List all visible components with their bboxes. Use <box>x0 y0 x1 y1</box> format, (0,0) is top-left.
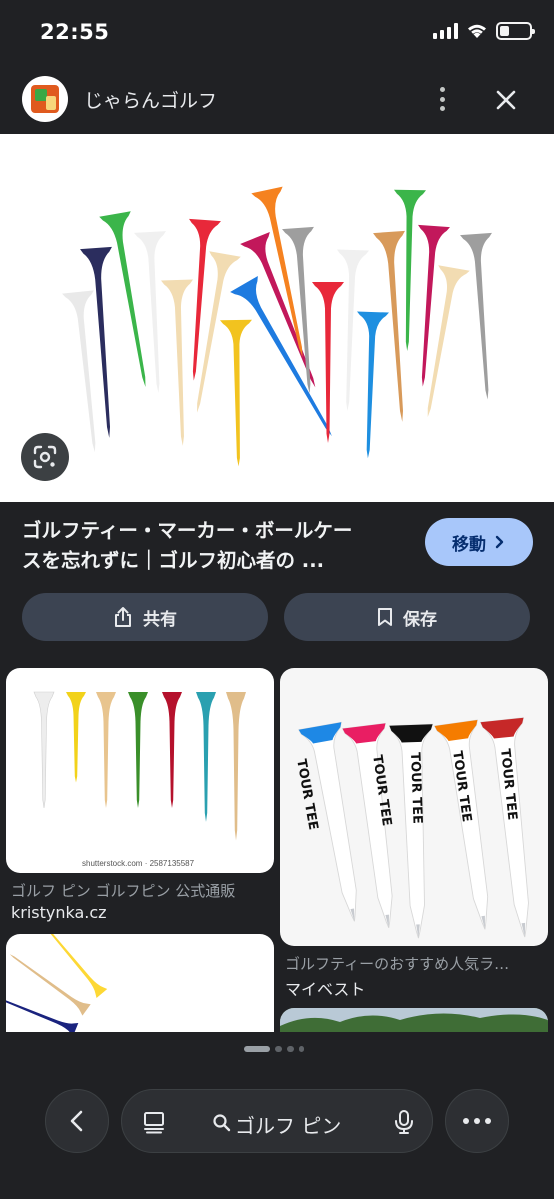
more-vert-icon[interactable] <box>428 84 456 114</box>
status-bar: 22:55 <box>0 0 554 66</box>
result-title-line1: ゴルフティー・マーカー・ボールケー <box>22 519 353 542</box>
save-button[interactable]: 保存 <box>284 593 530 641</box>
related-caption-2[interactable]: ゴルフティーのおすすめ人気ラ… <box>285 953 547 974</box>
search-bar[interactable]: ゴルフ ピン <box>121 1089 433 1153</box>
search-icon <box>213 1114 231 1132</box>
share-label: 共有 <box>143 609 177 630</box>
main-result-image[interactable] <box>0 134 554 502</box>
close-icon[interactable] <box>490 84 522 116</box>
lens-icon <box>33 445 57 469</box>
tabs-icon[interactable] <box>142 1110 166 1134</box>
site-logo[interactable] <box>22 76 68 122</box>
lens-search-button[interactable] <box>21 433 69 481</box>
chevron-left-icon <box>70 1110 83 1132</box>
brand-label-3: TOUR TEE <box>407 752 425 825</box>
visit-label: 移動 <box>452 534 486 555</box>
battery-icon <box>496 22 535 40</box>
page-indicator <box>244 1046 304 1052</box>
related-image-2[interactable]: TOUR TEE TOUR TEE TOUR TEE TOUR TEE TOUR… <box>280 668 548 946</box>
share-button[interactable]: 共有 <box>22 593 268 641</box>
related-source-1[interactable]: kristynka.cz <box>11 903 107 922</box>
wifi-icon <box>468 24 486 38</box>
search-query[interactable]: ゴルフ ピン <box>235 1110 341 1139</box>
more-horiz-icon <box>463 1118 491 1124</box>
share-icon <box>115 607 131 627</box>
source-header: じゃらんゴルフ <box>0 66 554 134</box>
related-source-2[interactable]: マイベスト <box>285 976 365 1000</box>
status-time: 22:55 <box>40 20 110 44</box>
site-name[interactable]: じゃらんゴルフ <box>84 86 217 113</box>
more-options-button[interactable] <box>445 1089 509 1153</box>
cellular-signal-icon <box>433 23 458 39</box>
visit-button[interactable]: 移動 <box>425 518 533 566</box>
result-title-line2: スを忘れずに｜ゴルフ初心者の ... <box>22 549 325 572</box>
related-image-1[interactable]: shutterstock.com · 2587135587 <box>6 668 274 873</box>
bookmark-icon <box>378 608 392 626</box>
chevron-right-icon <box>495 535 504 549</box>
result-title[interactable]: ゴルフティー・マーカー・ボールケー スを忘れずに｜ゴルフ初心者の ... <box>22 516 412 576</box>
mic-icon[interactable] <box>393 1109 415 1135</box>
related-caption-1[interactable]: ゴルフ ピン ゴルフピン 公式通販 <box>11 880 273 901</box>
image-watermark: shutterstock.com · 2587135587 <box>82 859 195 868</box>
status-icons <box>433 22 535 40</box>
save-label: 保存 <box>403 609 437 630</box>
back-button[interactable] <box>45 1089 109 1153</box>
